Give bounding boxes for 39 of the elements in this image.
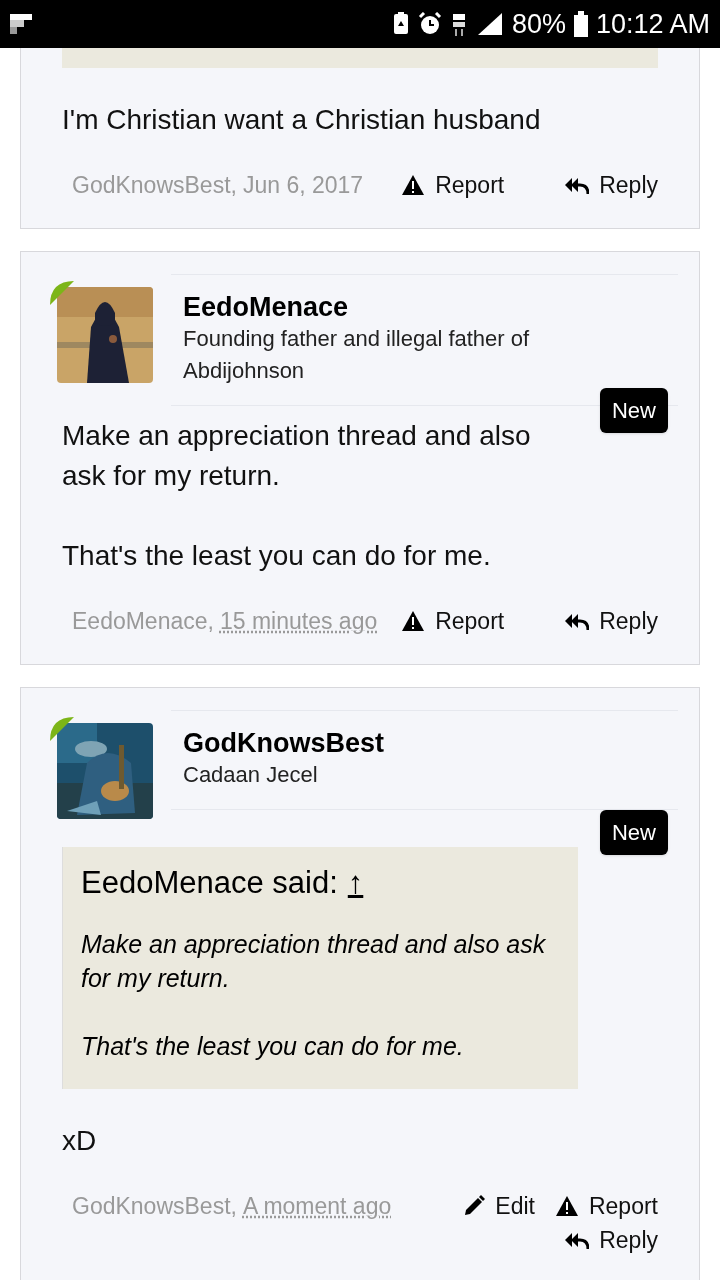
- post-date: A moment ago: [242, 1192, 392, 1221]
- quote-attribution: EedoMenace said:: [81, 864, 338, 902]
- reply-button[interactable]: Reply: [564, 604, 658, 638]
- warning-icon: [401, 174, 426, 196]
- battery-percent: 80%: [511, 7, 566, 41]
- warning-icon: [554, 1195, 579, 1217]
- post-text: I'm Christian want a Christian husband: [62, 103, 542, 137]
- user-name[interactable]: EedoMenace: [183, 291, 678, 323]
- user-title: Cadaan Jecel: [183, 761, 319, 789]
- clock-time: 10:12 AM: [595, 7, 710, 41]
- app-logo-icon: [10, 14, 32, 34]
- new-badge: New: [600, 810, 668, 855]
- pencil-icon: [463, 1195, 486, 1217]
- post-author: EedoMenace,: [72, 607, 214, 636]
- reply-button[interactable]: Reply: [564, 168, 658, 202]
- jump-link[interactable]: ↑: [347, 863, 364, 903]
- post-date: 15 minutes ago: [219, 607, 378, 636]
- post-text: That's the least you can do for me.: [62, 539, 492, 573]
- post-text: Make an appreciation thread and also ask for my return.: [62, 419, 532, 493]
- post-text: xD: [62, 1124, 98, 1158]
- corner-mark: [50, 717, 74, 741]
- new-badge: New: [600, 388, 668, 433]
- battery-icon: [573, 11, 588, 37]
- edit-button[interactable]: Edit: [463, 1189, 535, 1223]
- quote-text: That's the least you can do for me.: [81, 1031, 465, 1062]
- user-title: Founding father and illegal father of Abdijohnson: [183, 325, 531, 385]
- report-button[interactable]: Report: [401, 168, 505, 202]
- warning-icon: [401, 610, 426, 632]
- corner-mark: [50, 281, 74, 305]
- reply-button[interactable]: Reply: [564, 1223, 658, 1257]
- report-button[interactable]: Report: [401, 604, 505, 638]
- post-author: GodKnowsBest,: [72, 171, 237, 200]
- post-date: Jun 6, 2017: [242, 171, 364, 200]
- alarm-icon: [417, 12, 442, 36]
- quote-text: Make an appreciation thread and also ask for my return.: [81, 929, 547, 994]
- user-name[interactable]: GodKnowsBest: [183, 727, 678, 759]
- report-button[interactable]: Report: [554, 1189, 658, 1223]
- post-author: GodKnowsBest,: [72, 1192, 237, 1221]
- battery-saver-icon: [391, 12, 410, 36]
